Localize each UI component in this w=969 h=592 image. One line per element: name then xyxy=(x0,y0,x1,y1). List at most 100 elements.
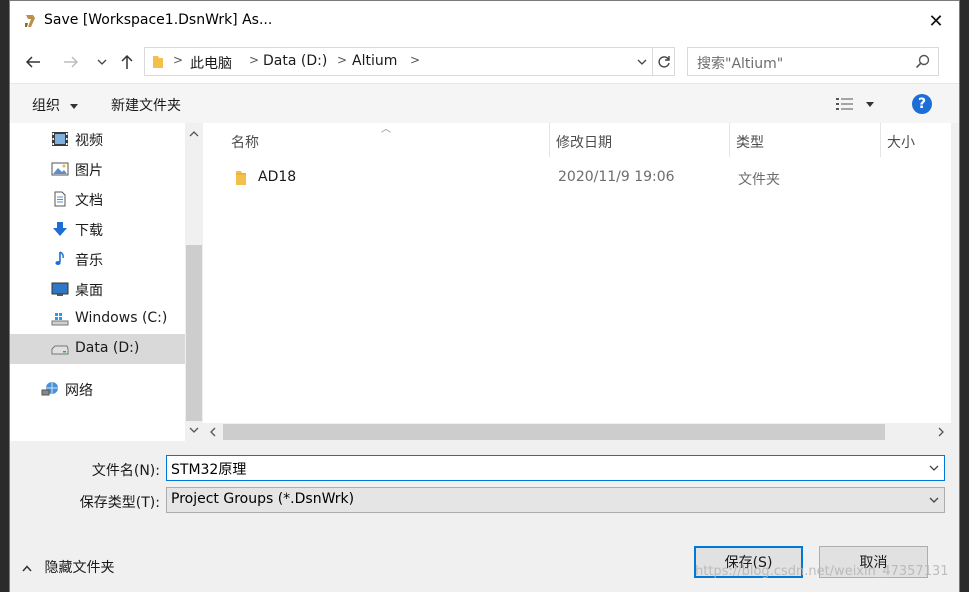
title-bar: Save [Workspace1.DsnWrk] As... ✕ xyxy=(10,1,959,41)
search-input[interactable]: 搜索"Altium" xyxy=(697,53,783,73)
details-view-icon xyxy=(836,98,853,110)
file-type: 文件夹 xyxy=(738,172,780,188)
organize-label: 组织 xyxy=(32,98,60,114)
sidebar-item-documents[interactable]: 文档 xyxy=(10,184,185,214)
save-as-dialog: Save [Workspace1.DsnWrk] As... ✕ > 此电脑 >… xyxy=(9,0,960,592)
file-name: AD18 xyxy=(258,169,297,185)
filetype-label: 保存类型(T): xyxy=(79,495,160,511)
address-bar[interactable]: > 此电脑 > Data (D:) > Altium > xyxy=(144,47,675,76)
scroll-down-button[interactable] xyxy=(185,421,203,439)
column-header-size[interactable]: 大小 xyxy=(881,123,951,157)
filetype-value: Project Groups (*.DsnWrk) xyxy=(171,491,355,507)
sidebar-item-desktop[interactable]: 桌面 xyxy=(10,274,185,304)
forward-button[interactable] xyxy=(60,51,82,73)
sidebar-item-label: 下载 xyxy=(75,223,103,239)
download-icon xyxy=(53,222,67,236)
filename-field[interactable]: STM32原理 xyxy=(166,455,945,481)
file-list: ︿ 名称 修改日期 类型 大小 AD18 2020/11/9 19:06 文件夹 xyxy=(203,123,951,441)
desktop-icon xyxy=(51,282,69,296)
navigation-pane: 视频 图片 文档 下载 音乐 桌面 Windows (C:) Data (D:)… xyxy=(10,123,203,441)
chevron-right-icon: > xyxy=(173,53,184,67)
chevron-down-icon xyxy=(929,497,939,503)
chevron-left-icon xyxy=(210,427,216,437)
close-button[interactable]: ✕ xyxy=(913,1,959,41)
filename-input[interactable]: STM32原理 xyxy=(171,459,246,479)
sidebar-item-windows-c[interactable]: Windows (C:) xyxy=(10,304,185,334)
sidebar-scrollbar[interactable] xyxy=(185,123,203,441)
chevron-down-icon xyxy=(637,59,647,65)
chevron-right-icon xyxy=(938,427,944,437)
folder-icon xyxy=(236,171,246,185)
scroll-left-button[interactable] xyxy=(204,423,222,441)
chevron-right-icon: > xyxy=(337,53,348,67)
view-options-button[interactable] xyxy=(836,96,880,114)
sidebar-item-label: 图片 xyxy=(75,163,103,179)
sidebar-item-data-d[interactable]: Data (D:) xyxy=(10,334,185,364)
documents-icon xyxy=(54,191,66,207)
hide-folders-label: 隐藏文件夹 xyxy=(44,560,115,576)
organize-menu[interactable]: 组织 xyxy=(32,95,79,115)
refresh-icon xyxy=(657,55,670,68)
column-label: 名称 xyxy=(231,135,259,151)
chevron-down-icon xyxy=(97,59,107,65)
back-button[interactable] xyxy=(22,51,44,73)
column-header-name[interactable]: ︿ 名称 xyxy=(203,123,549,157)
filetype-select[interactable]: Project Groups (*.DsnWrk) xyxy=(166,487,945,513)
breadcrumb-this-pc[interactable]: 此电脑 xyxy=(190,53,232,73)
sidebar-item-label: 视频 xyxy=(75,133,103,149)
column-label: 大小 xyxy=(887,135,915,151)
navigation-bar: > 此电脑 > Data (D:) > Altium > 搜索"Altium" xyxy=(10,41,959,83)
altium-app-icon xyxy=(25,15,35,27)
sidebar-item-label: 桌面 xyxy=(75,283,103,299)
recent-locations-button[interactable] xyxy=(91,51,113,73)
column-header-modified[interactable]: 修改日期 xyxy=(550,123,729,157)
pictures-icon xyxy=(51,162,69,176)
sidebar-item-network[interactable]: 网络 xyxy=(10,374,185,404)
column-label: 类型 xyxy=(736,135,764,151)
scroll-up-button[interactable] xyxy=(185,125,203,143)
window-title: Save [Workspace1.DsnWrk] As... xyxy=(44,12,273,28)
command-toolbar: 组织 新建文件夹 ? xyxy=(10,83,959,123)
sidebar-item-music[interactable]: 音乐 xyxy=(10,244,185,274)
sidebar-item-label: 网络 xyxy=(65,383,93,399)
column-header-type[interactable]: 类型 xyxy=(730,123,880,157)
breadcrumb-altium[interactable]: Altium xyxy=(352,53,397,69)
sidebar-item-pictures[interactable]: 图片 xyxy=(10,154,185,184)
chevron-down-icon xyxy=(866,102,874,107)
up-button[interactable] xyxy=(116,51,138,73)
chevron-down-icon xyxy=(929,465,939,471)
help-icon[interactable]: ? xyxy=(912,94,932,114)
arrow-right-icon xyxy=(64,56,79,68)
scroll-right-button[interactable] xyxy=(932,423,950,441)
sidebar-item-label: 文档 xyxy=(75,193,103,209)
filename-dropdown-button[interactable] xyxy=(926,459,942,477)
filename-label: 文件名(N): xyxy=(91,463,160,479)
address-dropdown-button[interactable] xyxy=(633,52,651,72)
new-folder-button[interactable]: 新建文件夹 xyxy=(111,95,181,115)
watermark-text: https://blog.csdn.net/weixin_47357131 xyxy=(695,564,949,579)
network-icon xyxy=(41,382,58,396)
breadcrumb-data-d[interactable]: Data (D:) xyxy=(263,53,327,69)
sidebar-item-downloads[interactable]: 下载 xyxy=(10,214,185,244)
sidebar-item-videos[interactable]: 视频 xyxy=(10,124,185,154)
sidebar-item-label: Windows (C:) xyxy=(75,310,168,326)
sidebar-item-label: 音乐 xyxy=(75,253,103,269)
hide-folders-toggle[interactable]: 隐藏文件夹 xyxy=(22,557,114,577)
refresh-button[interactable] xyxy=(652,48,674,75)
file-list-horizontal-scrollbar[interactable] xyxy=(203,423,951,441)
table-row[interactable]: AD18 2020/11/9 19:06 文件夹 xyxy=(221,163,931,193)
video-icon xyxy=(52,132,68,146)
arrow-up-icon xyxy=(121,54,133,69)
filetype-dropdown-button[interactable] xyxy=(926,491,942,509)
chevron-up-icon xyxy=(22,564,32,571)
music-icon xyxy=(55,251,64,265)
file-modified: 2020/11/9 19:06 xyxy=(558,169,675,185)
search-icon[interactable] xyxy=(915,54,930,69)
sidebar-item-label: Data (D:) xyxy=(75,340,140,356)
search-box[interactable]: 搜索"Altium" xyxy=(687,47,939,76)
chevron-up-icon xyxy=(189,131,199,137)
scroll-thumb[interactable] xyxy=(186,245,202,421)
scroll-thumb[interactable] xyxy=(223,424,885,440)
chevron-right-icon: > xyxy=(410,53,421,67)
drive-c-icon xyxy=(51,313,69,326)
